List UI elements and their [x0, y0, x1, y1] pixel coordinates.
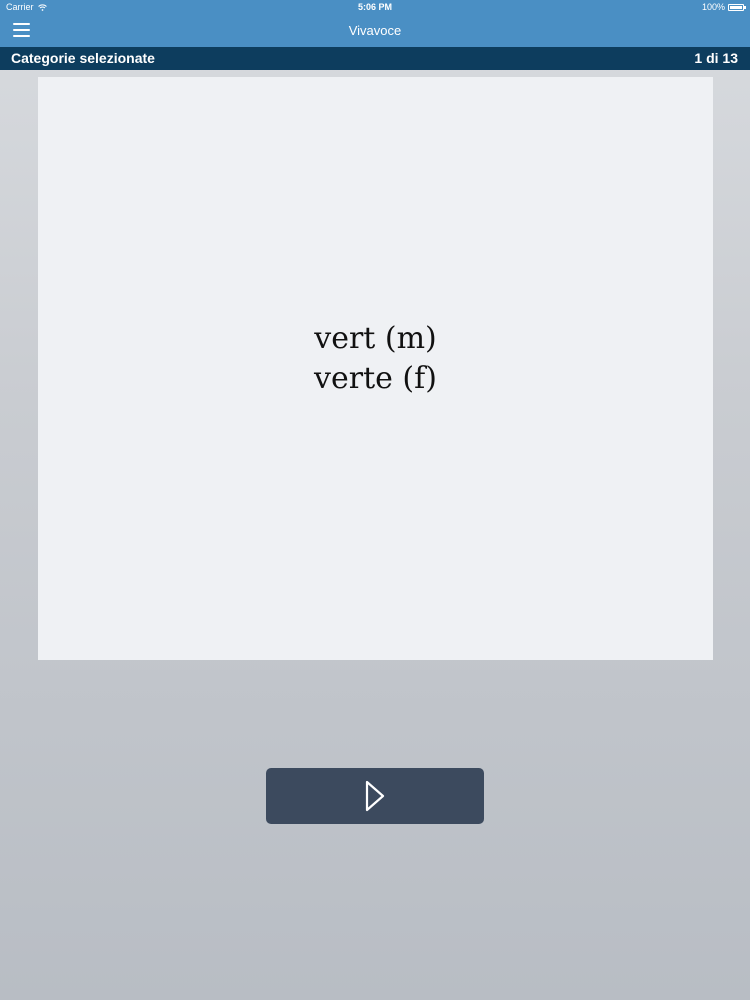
- flashcard-text: vert (m) verte (f): [314, 319, 437, 399]
- category-bar: Categorie selezionate 1 di 13: [0, 47, 750, 70]
- play-icon: [365, 780, 385, 812]
- flashcard-line-2: verte (f): [314, 360, 437, 396]
- battery-icon: [728, 4, 746, 11]
- app-title: Vivavoce: [348, 23, 402, 38]
- status-time: 5:06 PM: [357, 2, 392, 12]
- battery-percent: 100%: [701, 2, 725, 12]
- flashcard[interactable]: vert (m) verte (f): [38, 77, 713, 660]
- flashcard-line-1: vert (m): [314, 320, 437, 356]
- navigation-bar: Vivavoce: [0, 15, 750, 47]
- category-label: Categorie selezionate: [11, 50, 155, 66]
- card-counter: 1 di 13: [694, 50, 738, 66]
- battery-indicator: 100%: [701, 0, 746, 15]
- next-button[interactable]: [266, 768, 484, 824]
- status-bar: Carrier 5:06 PM 100%: [0, 0, 750, 15]
